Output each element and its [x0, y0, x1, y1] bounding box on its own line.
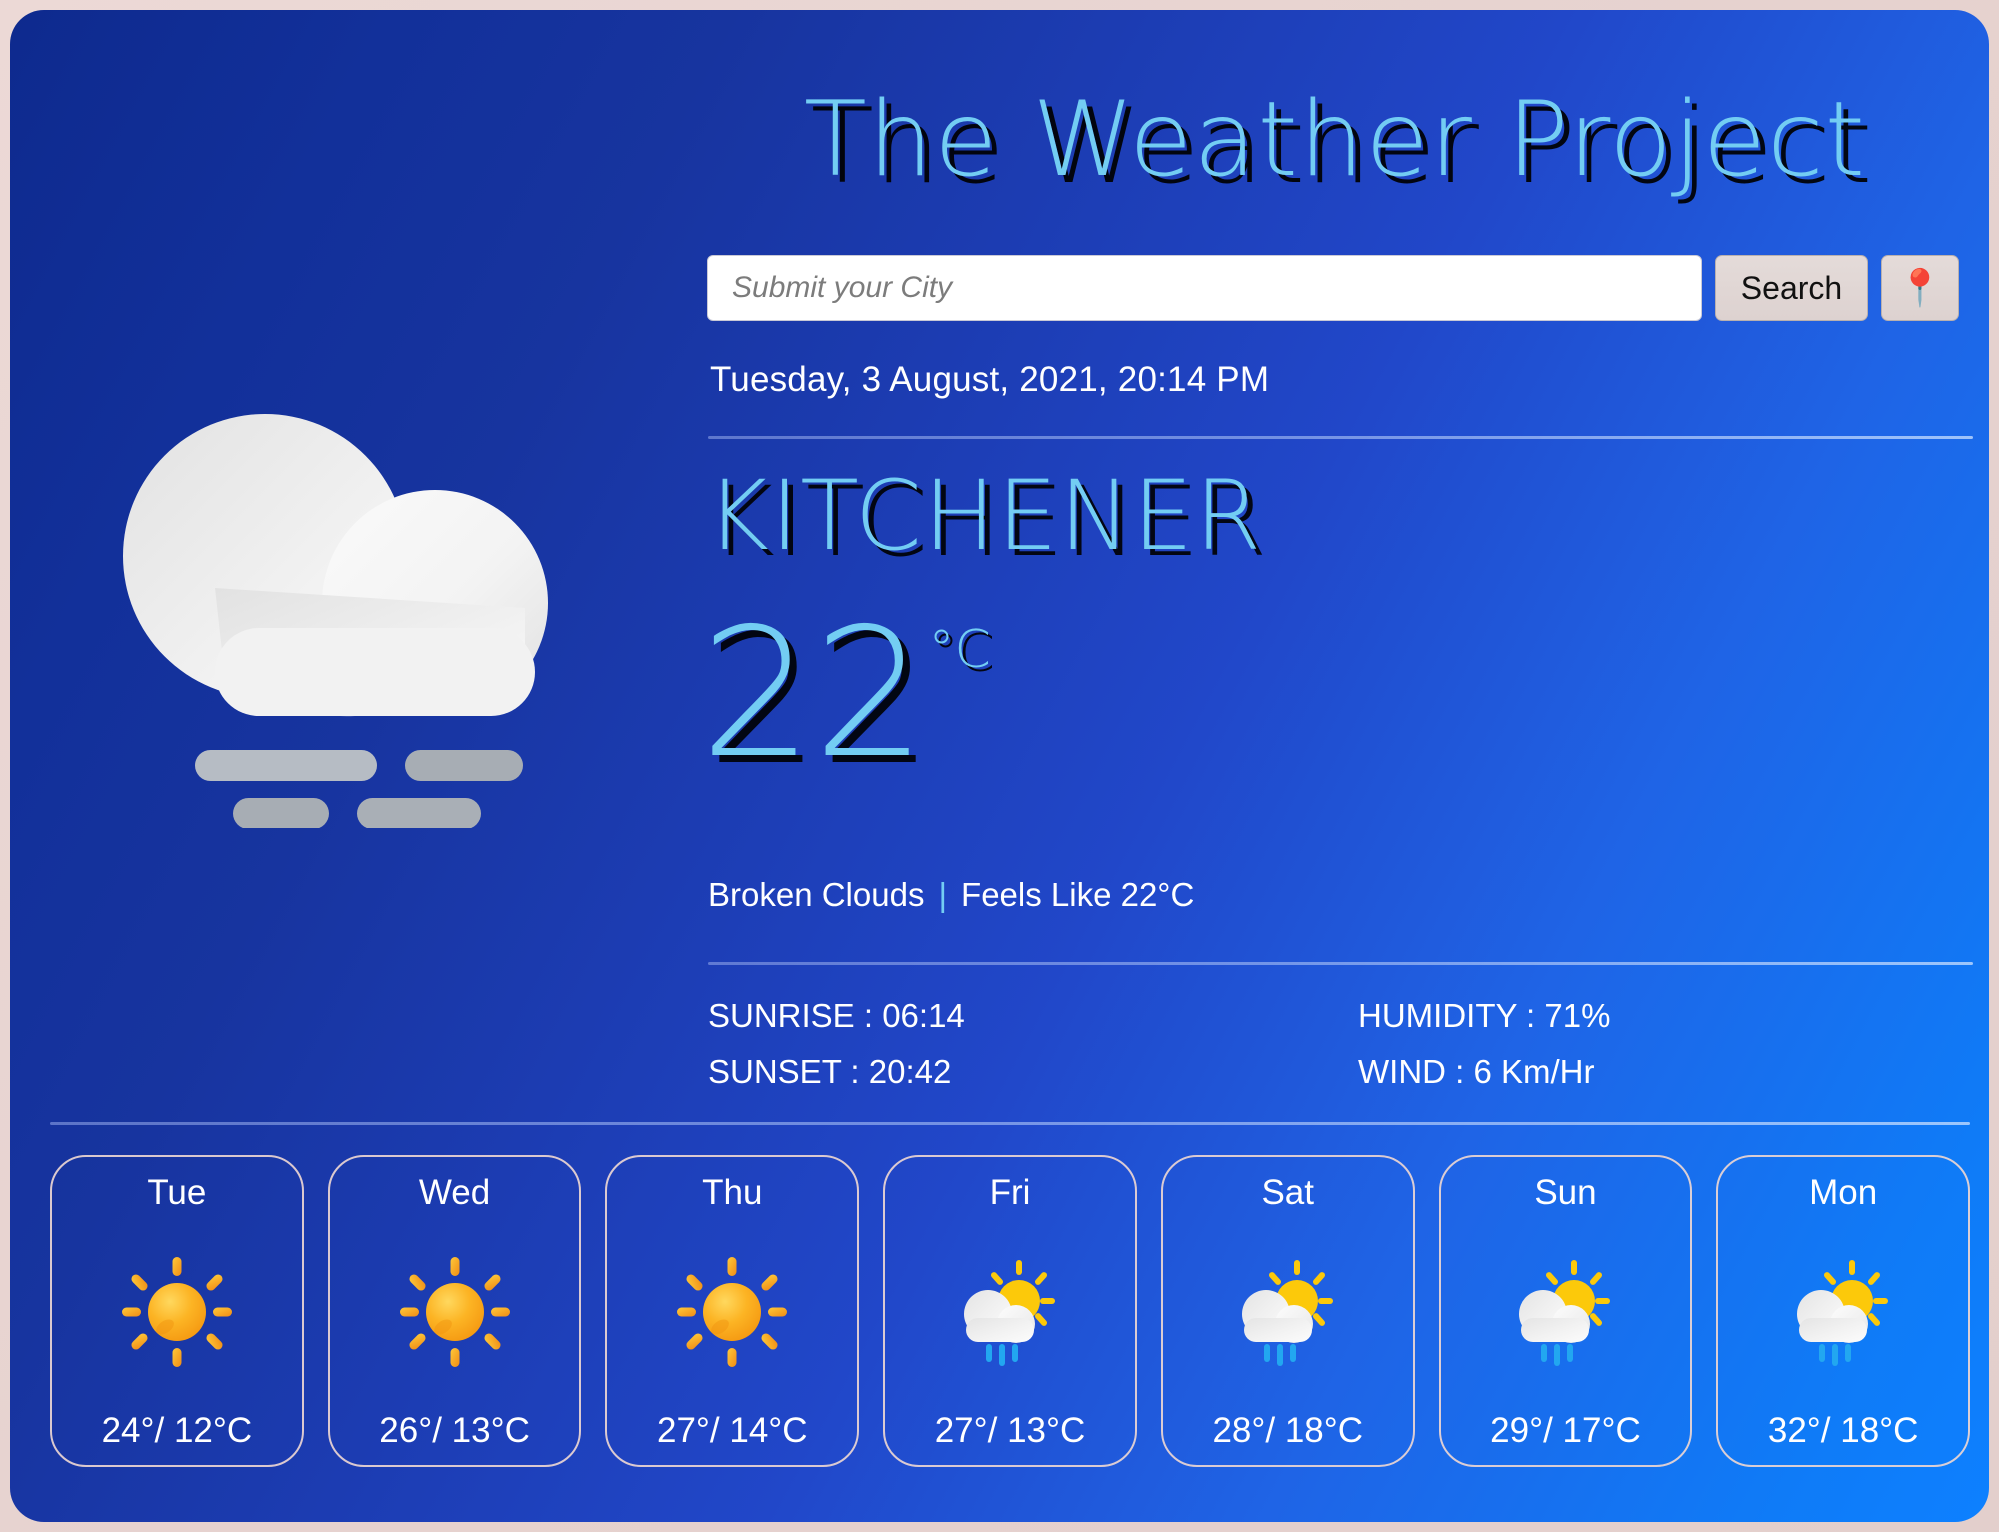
forecast-card-mon[interactable]: Mon 32°/ 18°C — [1716, 1155, 1971, 1467]
current-temperature: 22 °C — [700, 590, 991, 797]
sunrise-stat: SUNRISE : 06:14 — [708, 997, 965, 1034]
forecast-card-wed[interactable]: Wed 26°/ 13°C — [327, 1155, 582, 1467]
forecast-day-label: Mon — [1809, 1173, 1878, 1212]
broken-clouds-mist-icon — [105, 378, 625, 829]
weather-card: The Weather Project Search 📍 Tuesday, 3 … — [10, 10, 1989, 1522]
forecast-card-tue[interactable]: Tue 24°/ 12°C — [50, 1155, 304, 1467]
forecast-day-label: Fri — [989, 1173, 1031, 1212]
forecast-day-label: Thu — [702, 1173, 763, 1212]
forecast-temps: 26°/ 13°C — [379, 1411, 530, 1450]
divider-bottom — [50, 1122, 1970, 1125]
condition-separator: | — [938, 876, 948, 913]
forecast-temps: 27°/ 14°C — [657, 1411, 808, 1450]
search-bar: Search 📍 — [707, 255, 1959, 321]
sunset-stat: SUNSET : 20:42 — [708, 1053, 952, 1090]
sun-icon — [395, 1252, 515, 1372]
page-title: The Weather Project — [803, 80, 1867, 200]
forecast-temps: 27°/ 13°C — [934, 1411, 1086, 1450]
sun-rain-cloud-icon — [1783, 1252, 1903, 1372]
search-button[interactable]: Search — [1715, 255, 1868, 321]
forecast-day-label: Tue — [147, 1173, 207, 1212]
condition-text: Broken Clouds — [708, 876, 925, 913]
sun-rain-cloud-icon — [1505, 1252, 1625, 1372]
divider-middle — [708, 962, 1973, 965]
sun-icon — [117, 1252, 237, 1372]
divider-top — [708, 436, 1973, 439]
pin-icon: 📍 — [1897, 267, 1943, 308]
search-input[interactable] — [707, 255, 1702, 321]
wind-stat: WIND : 6 Km/Hr — [1358, 1053, 1595, 1090]
sun-rain-cloud-icon — [950, 1252, 1070, 1372]
forecast-card-sat[interactable]: Sat 28°/ 18°C — [1160, 1155, 1415, 1467]
humidity-stat: HUMIDITY : 71% — [1358, 997, 1611, 1034]
temperature-unit: °C — [928, 620, 991, 680]
forecast-card-sun[interactable]: Sun 29°/ 17°C — [1438, 1155, 1693, 1467]
forecast-row: Tue 24°/ 12°C Wed 26°/ 13°C Thu 27°/ 14°… — [50, 1155, 1971, 1467]
locate-pin-button[interactable]: 📍 — [1881, 255, 1959, 321]
forecast-card-fri[interactable]: Fri 27°/ 13°C — [883, 1155, 1137, 1467]
forecast-day-label: Sat — [1261, 1173, 1314, 1212]
sun-rain-cloud-icon — [1228, 1252, 1348, 1372]
forecast-day-label: Wed — [418, 1173, 491, 1212]
feels-like-text: Feels Like 22°C — [961, 876, 1195, 913]
forecast-temps: 29°/ 17°C — [1490, 1411, 1641, 1450]
city-name: KITCHENER — [706, 460, 1263, 572]
forecast-card-thu[interactable]: Thu 27°/ 14°C — [605, 1155, 860, 1467]
condition-line: Broken Clouds | Feels Like 22°C — [708, 876, 1194, 914]
forecast-temps: 28°/ 18°C — [1212, 1411, 1364, 1450]
forecast-temps: 24°/ 12°C — [101, 1411, 253, 1450]
forecast-day-label: Sun — [1534, 1173, 1597, 1212]
forecast-temps: 32°/ 18°C — [1767, 1411, 1919, 1450]
app-frame: The Weather Project Search 📍 Tuesday, 3 … — [0, 0, 1999, 1532]
sun-icon — [672, 1252, 792, 1372]
weather-stats: SUNRISE : 06:14 HUMIDITY : 71% SUNSET : … — [708, 997, 1978, 1091]
current-datetime: Tuesday, 3 August, 2021, 20:14 PM — [710, 360, 1270, 399]
temperature-value: 22 — [700, 590, 927, 797]
